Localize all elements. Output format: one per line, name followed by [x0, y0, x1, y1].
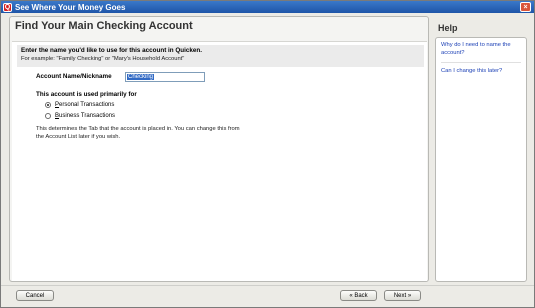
page-title: Find Your Main Checking Account — [15, 20, 193, 32]
account-name-label: Account Name/Nickname — [36, 73, 112, 80]
prompt-text: Enter the name you'd like to use for thi… — [21, 47, 202, 54]
account-name-input[interactable]: Checking — [125, 72, 205, 82]
help-title: Help — [438, 23, 458, 33]
help-panel: Why do I need to name the account? Can I… — [435, 37, 527, 282]
help-link-why-name[interactable]: Why do I need to name the account? — [441, 41, 521, 57]
footer-divider — [1, 285, 534, 286]
back-button[interactable]: « Back — [340, 290, 377, 301]
close-icon[interactable]: × — [520, 2, 531, 12]
window-title: See Where Your Money Goes — [15, 2, 126, 12]
wizard-window: Q See Where Your Money Goes × Find Your … — [0, 0, 535, 308]
account-name-value: Checking — [127, 74, 155, 80]
prompt-box: Enter the name you'd like to use for thi… — [17, 45, 424, 67]
next-button[interactable]: Next » — [384, 290, 421, 301]
usage-label: This account is used primarily for — [36, 91, 137, 98]
prompt-example: For example: "Family Checking" or "Mary'… — [21, 56, 185, 62]
radio-personal-button[interactable] — [45, 102, 51, 108]
help-link-change-later[interactable]: Can I change this later? — [441, 67, 521, 75]
main-panel: Find Your Main Checking Account Enter th… — [9, 16, 429, 282]
radio-business-button[interactable] — [45, 113, 51, 119]
content-area: Enter the name you'd like to use for thi… — [12, 41, 427, 281]
cancel-button[interactable]: Cancel — [16, 290, 54, 301]
radio-personal[interactable]: Personal Transactions — [45, 102, 114, 108]
radio-business-label: Business Transactions — [55, 113, 116, 119]
help-divider — [441, 62, 521, 63]
title-bar: Q See Where Your Money Goes × — [1, 1, 534, 13]
radio-personal-label: Personal Transactions — [55, 102, 115, 108]
quicken-logo-icon: Q — [3, 2, 12, 12]
tab-explanation-text: This determines the Tab that the account… — [36, 126, 240, 140]
radio-business[interactable]: Business Transactions — [45, 113, 115, 119]
